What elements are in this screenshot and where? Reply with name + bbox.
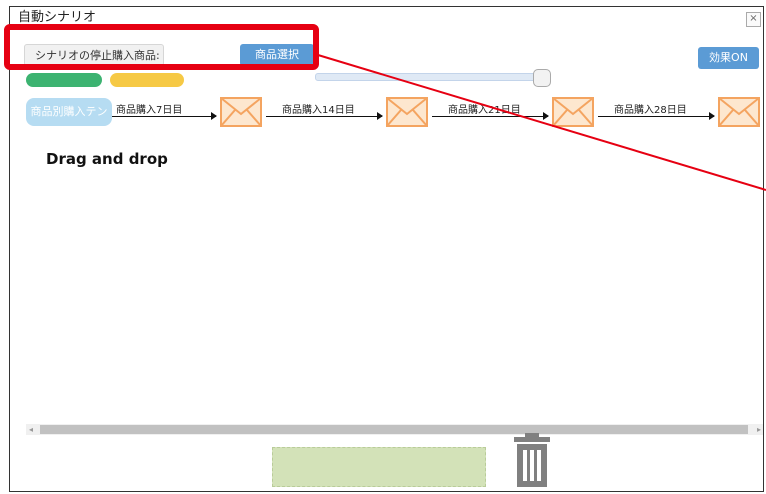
scenario-start-node[interactable]: 商品別購入テン xyxy=(26,98,112,126)
yellow-pill-button[interactable] xyxy=(110,73,184,87)
zoom-slider-track[interactable] xyxy=(315,73,545,81)
connector-arrow xyxy=(112,112,217,120)
connector-arrow xyxy=(432,112,549,120)
mail-icon[interactable] xyxy=(552,97,594,127)
zoom-slider-handle[interactable] xyxy=(533,69,551,87)
connector-label: 商品購入7日目 xyxy=(116,105,183,116)
mail-icon[interactable] xyxy=(220,97,262,127)
connector-arrow xyxy=(266,112,383,120)
mail-icon[interactable] xyxy=(386,97,428,127)
trash-icon[interactable] xyxy=(512,433,552,487)
highlight-box xyxy=(4,24,319,70)
horizontal-scrollbar[interactable]: ◂ ▸ xyxy=(26,424,763,435)
connector-label: 商品購入28日目 xyxy=(614,105,687,116)
drop-zone[interactable] xyxy=(272,447,486,487)
scroll-left-icon[interactable]: ◂ xyxy=(29,425,33,434)
dialog-title: 自動シナリオ xyxy=(18,10,97,25)
scrollbar-thumb[interactable] xyxy=(40,425,748,434)
effect-on-button[interactable]: 効果ON xyxy=(698,47,759,69)
connector-arrow xyxy=(598,112,715,120)
connector-label: 商品購入14日目 xyxy=(282,105,355,116)
drag-and-drop-hint: Drag and drop xyxy=(46,150,168,168)
green-pill-button[interactable] xyxy=(26,73,102,87)
connector-label: 商品購入21日目 xyxy=(448,105,521,116)
scenario-dialog: 自動シナリオ × シナリオの停止購入商品: 商品選択 効果ON 商品別購入テン … xyxy=(9,6,764,492)
scroll-right-icon[interactable]: ▸ xyxy=(757,425,761,434)
close-icon[interactable]: × xyxy=(746,12,761,27)
mail-icon[interactable] xyxy=(718,97,760,127)
